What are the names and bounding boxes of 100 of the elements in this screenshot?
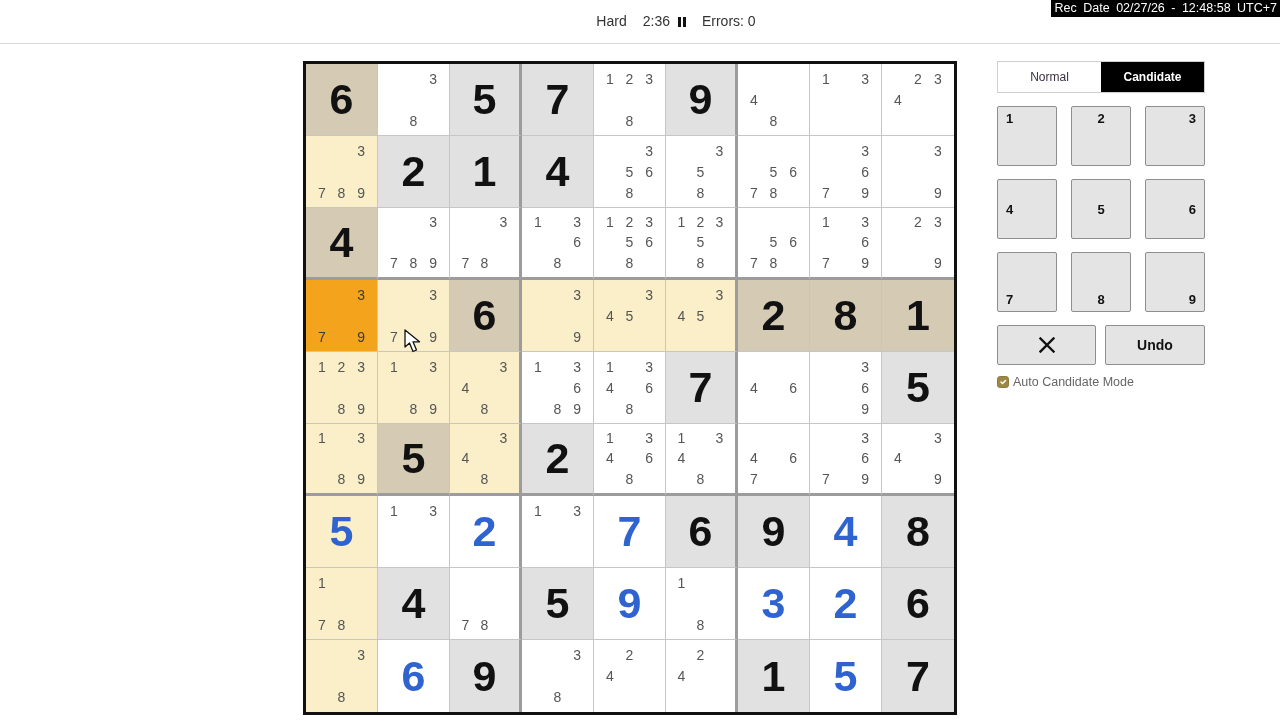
candidate-digit: 3 (499, 431, 508, 446)
sudoku-cell[interactable]: 5 (882, 352, 954, 424)
number-key[interactable]: 7 (997, 252, 1057, 312)
sudoku-cell[interactable]: 4 (306, 208, 378, 280)
undo-button[interactable]: Undo (1105, 325, 1205, 365)
sudoku-cell[interactable]: 5 6 7 8 (738, 208, 810, 280)
sudoku-cell[interactable]: 1 8 (666, 568, 738, 640)
auto-candidate-checkbox[interactable] (997, 376, 1009, 389)
sudoku-cell[interactable]: 2 (810, 568, 882, 640)
candidate-digit: 6 (861, 164, 870, 179)
number-key[interactable]: 2 (1071, 106, 1131, 166)
sudoku-cell[interactable]: 2 (522, 424, 594, 496)
sudoku-cell[interactable]: 6 (306, 64, 378, 136)
sudoku-cell[interactable]: 2 (738, 280, 810, 352)
sudoku-cell[interactable]: 1 (738, 640, 810, 712)
candidate-digit: 6 (645, 380, 654, 395)
sudoku-cell[interactable]: 1 2 3 5 8 (666, 208, 738, 280)
sudoku-cell[interactable]: 5 6 7 8 (738, 136, 810, 208)
sudoku-cell[interactable]: 4 (810, 496, 882, 568)
sudoku-cell[interactable]: 1 3 (522, 496, 594, 568)
sudoku-cell[interactable]: 7 8 (450, 568, 522, 640)
sudoku-cell[interactable]: 1 2 3 8 (594, 64, 666, 136)
sudoku-cell[interactable]: 3 8 (378, 64, 450, 136)
sudoku-cell[interactable]: 3 (738, 568, 810, 640)
sudoku-cell[interactable]: 3 4 8 (450, 424, 522, 496)
sudoku-cell[interactable]: 1 3 8 9 (378, 352, 450, 424)
number-key[interactable]: 8 (1071, 252, 1131, 312)
sudoku-cell[interactable]: 6 (882, 568, 954, 640)
sudoku-cell[interactable]: 3 8 (306, 640, 378, 712)
sudoku-cell[interactable]: 1 3 6 7 9 (810, 208, 882, 280)
sudoku-cell[interactable]: 6 (450, 280, 522, 352)
candidate-digit: 1 (317, 359, 326, 374)
candidate-digit: 9 (934, 185, 942, 200)
sudoku-cell[interactable]: 3 6 7 9 (810, 136, 882, 208)
sudoku-cell[interactable]: 3 7 9 (378, 280, 450, 352)
sudoku-cell[interactable]: 4 8 (738, 64, 810, 136)
sudoku-cell[interactable]: 7 (522, 64, 594, 136)
sudoku-cell[interactable]: 1 3 8 9 (306, 424, 378, 496)
sudoku-cell[interactable]: 3 7 9 (306, 280, 378, 352)
candidate-digit: 8 (625, 185, 634, 200)
sudoku-cell[interactable]: 3 4 8 (450, 352, 522, 424)
sudoku-cell[interactable]: 3 7 8 (450, 208, 522, 280)
sudoku-cell[interactable]: 4 6 7 (738, 424, 810, 496)
sudoku-cell[interactable]: 3 4 5 (594, 280, 666, 352)
sudoku-cell[interactable]: 9 (738, 496, 810, 568)
sudoku-cell[interactable]: 1 2 3 5 6 8 (594, 208, 666, 280)
number-key[interactable]: 9 (1145, 252, 1205, 312)
candidate-digit: 1 (605, 359, 614, 374)
candidate-digit: 5 (696, 164, 705, 179)
candidate-digit: 2 (914, 215, 922, 230)
sudoku-cell[interactable]: 1 3 4 8 (666, 424, 738, 496)
mode-tab[interactable]: Candidate (1101, 62, 1204, 92)
sudoku-cell[interactable]: 4 6 (738, 352, 810, 424)
sudoku-cell[interactable]: 1 3 6 8 9 (522, 352, 594, 424)
number-key[interactable]: 3 (1145, 106, 1205, 166)
sudoku-cell[interactable]: 8 (882, 496, 954, 568)
sudoku-cell[interactable]: 1 (450, 136, 522, 208)
sudoku-cell[interactable]: 3 5 8 (666, 136, 738, 208)
sudoku-cell[interactable]: 5 (306, 496, 378, 568)
erase-button[interactable] (997, 325, 1096, 365)
sudoku-cell[interactable]: 7 (594, 496, 666, 568)
sudoku-cell[interactable]: 7 (882, 640, 954, 712)
sudoku-cell[interactable]: 1 3 4 6 8 (594, 424, 666, 496)
sudoku-cell[interactable]: 1 3 4 6 8 (594, 352, 666, 424)
candidate-digit: 3 (645, 359, 654, 374)
sudoku-cell[interactable]: 3 6 7 9 (810, 424, 882, 496)
sudoku-cell[interactable]: 1 2 3 8 9 (306, 352, 378, 424)
sudoku-cell[interactable]: 3 6 9 (810, 352, 882, 424)
sudoku-cell[interactable]: 3 7 8 9 (306, 136, 378, 208)
pause-icon[interactable] (677, 16, 686, 27)
sudoku-cell[interactable]: 1 3 (378, 496, 450, 568)
sudoku-cell[interactable]: 9 (666, 64, 738, 136)
candidate-digit: 4 (605, 451, 614, 466)
sudoku-cell[interactable]: 6 (666, 496, 738, 568)
sudoku-cell[interactable]: 2 (378, 136, 450, 208)
sudoku-cell[interactable]: 2 (450, 496, 522, 568)
sudoku-cell[interactable]: 9 (450, 640, 522, 712)
sudoku-cell[interactable]: 3 5 6 8 (594, 136, 666, 208)
sudoku-cell[interactable]: 1 3 (810, 64, 882, 136)
sudoku-cell[interactable]: 5 (522, 568, 594, 640)
sudoku-cell[interactable]: 1 7 8 (306, 568, 378, 640)
candidate-digit: 1 (677, 431, 686, 446)
sudoku-cell[interactable]: 1 3 6 8 (522, 208, 594, 280)
number-key[interactable]: 1 (997, 106, 1057, 166)
sudoku-cell[interactable]: 3 4 5 (666, 280, 738, 352)
sudoku-cell[interactable]: 9 (594, 568, 666, 640)
sudoku-cell[interactable]: 7 (666, 352, 738, 424)
candidate-digit: 7 (317, 185, 326, 200)
number-key[interactable]: 6 (1145, 179, 1205, 239)
sudoku-cell[interactable]: 5 (450, 64, 522, 136)
sudoku-cell[interactable]: 3 7 8 9 (378, 208, 450, 280)
candidate-digit: 1 (533, 359, 542, 374)
sudoku-cell[interactable]: 3 9 (522, 280, 594, 352)
number-key[interactable]: 4 (997, 179, 1057, 239)
sudoku-cell[interactable]: 5 (378, 424, 450, 496)
sudoku-cell[interactable]: 1 (882, 280, 954, 352)
sudoku-cell[interactable]: 4 (378, 568, 450, 640)
number-key[interactable]: 5 (1071, 179, 1131, 239)
sudoku-cell[interactable]: 8 (810, 280, 882, 352)
sudoku-cell[interactable]: 4 (522, 136, 594, 208)
